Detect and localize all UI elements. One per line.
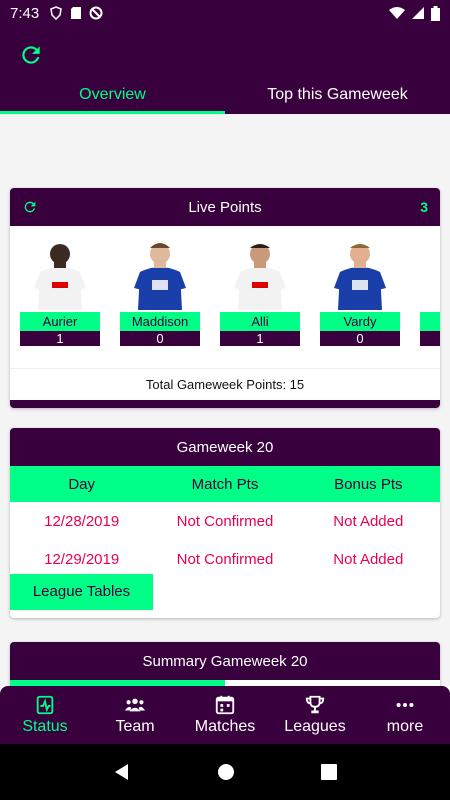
nav-leagues[interactable]: Leagues [270, 686, 360, 744]
tab-overview[interactable]: Overview [0, 82, 225, 114]
team-icon [124, 698, 146, 712]
total-gameweek-points: Total Gameweek Points: 15 [10, 368, 440, 400]
player-photo [334, 244, 386, 310]
nav-status[interactable]: Status [0, 686, 90, 744]
player-points [420, 331, 440, 346]
player-points: 0 [120, 331, 200, 346]
player-photo [34, 244, 86, 310]
cell-bonus-pts: Not Added [333, 550, 404, 568]
league-tables-button[interactable]: League Tables [10, 574, 153, 610]
card-footer-bar [10, 400, 440, 408]
column-bonus-pts: Bonus Pts [334, 475, 403, 493]
cell-day: 12/29/2019 [44, 550, 120, 568]
live-points-header: Live Points 3 [10, 188, 440, 226]
wifi-icon [389, 7, 405, 19]
battery-icon [431, 5, 440, 21]
live-points-count: 3 [420, 199, 428, 215]
live-points-title: Live Points [188, 198, 262, 216]
column-match-pts: Match Pts [191, 475, 259, 493]
live-points-card: Live Points 3 Aurier 1 Maddison 0 Alli 1… [10, 188, 440, 408]
player-card[interactable]: Alli 1 [220, 234, 300, 346]
calendar-icon [215, 695, 235, 715]
player-photo [234, 244, 286, 310]
nav-leagues-label: Leagues [284, 718, 346, 735]
recents-icon[interactable] [321, 764, 337, 780]
more-icon [396, 702, 414, 708]
player-list[interactable]: Aurier 1 Maddison 0 Alli 1 Vardy 0 [10, 226, 440, 366]
nav-matches-label: Matches [194, 718, 256, 735]
player-name [420, 312, 440, 331]
player-name: Vardy [320, 312, 400, 331]
signal-icon [412, 7, 424, 19]
player-points: 0 [320, 331, 400, 346]
nav-more[interactable]: more [360, 686, 450, 744]
player-name: Maddison [120, 312, 200, 331]
cell-day: 12/28/2019 [44, 512, 120, 530]
back-icon[interactable] [113, 763, 131, 781]
summary-card: Summary Gameweek 20 [10, 642, 440, 686]
nav-team-label: Team [115, 718, 155, 735]
tab-bar: Overview Top this Gameweek [0, 82, 450, 114]
bottom-navigation: Status Team Matches Leagues more [0, 686, 450, 744]
player-card[interactable]: Aurier 1 [20, 234, 100, 346]
player-points: 1 [220, 331, 300, 346]
summary-header: Summary Gameweek 20 [10, 642, 440, 680]
tab-top-gameweek[interactable]: Top this Gameweek [225, 82, 450, 114]
player-points: 1 [20, 331, 100, 346]
sd-card-icon [71, 7, 82, 19]
cell-bonus-pts: Not Added [333, 512, 404, 530]
column-day: Day [68, 475, 95, 493]
shield-icon [50, 6, 63, 20]
player-card[interactable]: Vardy 0 [320, 234, 400, 346]
player-name: Alli [220, 312, 300, 331]
player-card-partial[interactable] [420, 234, 440, 346]
status-icon [36, 695, 54, 715]
nav-matches[interactable]: Matches [180, 686, 270, 744]
main-content[interactable]: Live Points 3 Aurier 1 Maddison 0 Alli 1… [0, 114, 450, 686]
gameweek-table-header: Day Match Pts Bonus Pts [10, 466, 440, 502]
nav-status-label: Status [22, 718, 68, 735]
gameweek-header: Gameweek 20 [10, 428, 440, 466]
table-row: 12/28/2019 Not Confirmed Not Added [10, 502, 440, 540]
refresh-icon[interactable] [18, 42, 44, 68]
blocked-icon [89, 6, 103, 20]
refresh-icon[interactable] [22, 199, 38, 215]
home-icon[interactable] [217, 763, 235, 781]
cell-match-pts: Not Confirmed [176, 512, 274, 530]
trophy-icon [305, 695, 325, 714]
player-card[interactable]: Maddison 0 [120, 234, 200, 346]
gameweek-card: Gameweek 20 Day Match Pts Bonus Pts 12/2… [10, 428, 440, 618]
status-bar: 7:43 [0, 0, 450, 26]
player-name: Aurier [20, 312, 100, 331]
cell-match-pts: Not Confirmed [176, 550, 274, 568]
app-bar: Overview Top this Gameweek [0, 26, 450, 114]
table-row: 12/29/2019 Not Confirmed Not Added [10, 540, 440, 578]
player-photo [134, 243, 186, 310]
nav-team[interactable]: Team [90, 686, 180, 744]
status-time: 7:43 [10, 4, 40, 22]
system-navigation-bar [0, 744, 450, 800]
nav-more-label: more [386, 718, 424, 735]
